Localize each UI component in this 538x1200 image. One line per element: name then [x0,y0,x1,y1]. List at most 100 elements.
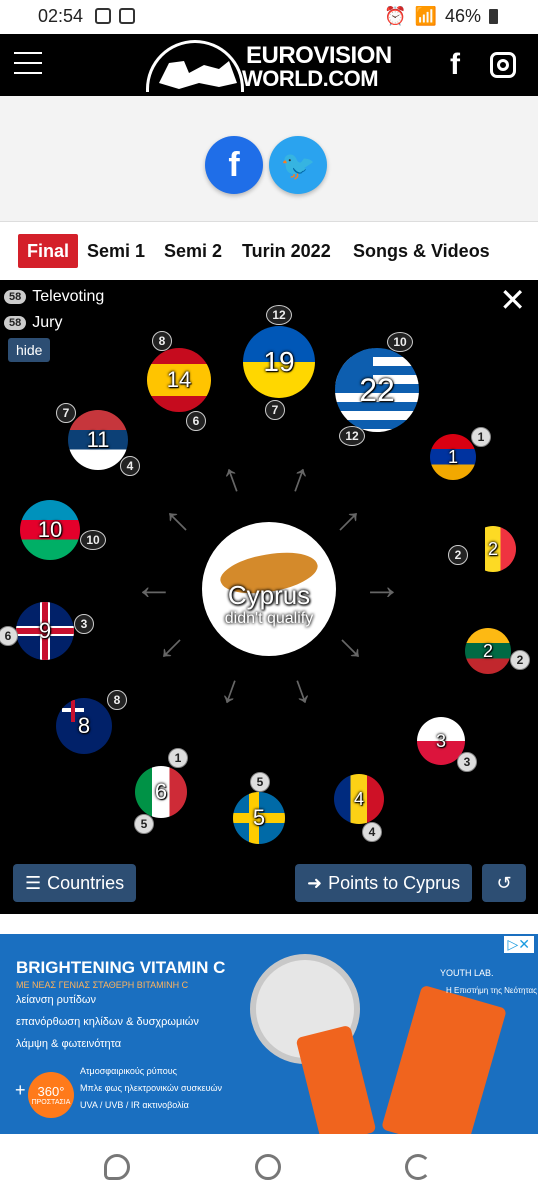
reset-button[interactable]: ↺ [482,864,526,902]
product-serum-image [295,1024,377,1134]
flag-australia[interactable]: 8 [56,698,112,754]
jury-badge: 7 [265,400,285,420]
selected-country-cyprus[interactable]: Cyprus didn't qualify [202,522,336,656]
jury-badge: 8 [107,690,127,710]
facebook-icon[interactable]: f [450,48,460,82]
flag-belgium[interactable]: 2 [470,526,516,572]
flag-serbia[interactable]: 11 [68,410,128,470]
home-icon[interactable] [255,1154,281,1180]
flag-ukraine[interactable]: 19 [243,326,315,398]
arrow-icon: ↑ [327,497,373,543]
televote-badge: 10 [387,332,413,352]
flag-uk[interactable]: 9 [16,602,74,660]
ad-brand: YOUTH LAB. [440,968,494,978]
flag-greece[interactable]: 22 [335,348,419,432]
flag-lithuania[interactable]: 2 [465,628,511,674]
menu-icon[interactable] [14,52,42,76]
flag-romania[interactable]: 4 [334,774,384,824]
list-icon: ☰ [25,872,42,893]
plus-icon: + [15,1080,26,1100]
televoting-count: 58 [4,290,27,304]
flag-score: 14 [166,367,192,392]
ad-360-badge: 360° ΠΡΟΣΤΑΣΙΑ [28,1072,74,1118]
flag-score: 8 [77,713,91,738]
ad-bullet: λάμψη & φωτεινότητα [16,1038,122,1050]
instagram-icon[interactable] [490,52,516,78]
back-icon[interactable] [405,1154,431,1180]
arrow-icon: ↑ [153,497,199,543]
flag-sweden[interactable]: 5 [233,792,285,844]
flag-azerbaijan[interactable]: 10 [20,500,80,560]
status-time: 02:54 [38,6,84,26]
undo-icon: ↺ [496,872,512,893]
status-bar: 02:54 ⏰ 📶 46% [0,0,538,34]
points-to-button[interactable]: ➜ Points to Cyprus [295,864,473,902]
tab-final[interactable]: Final [18,234,79,268]
flag-score: 5 [252,805,266,830]
ad-small-line: UVA / UVB / IR ακτινοβολία [80,1100,189,1110]
arrow-icon: ↑ [147,627,193,673]
flag-score: 10 [37,517,63,542]
share-section: f 🐦 [0,96,538,222]
televote-badge: 5 [250,772,270,792]
alarm-icon: ⏰ [384,6,407,26]
recents-icon[interactable] [104,1154,130,1180]
jury-badge: 4 [120,456,140,476]
gallery-icon [95,8,111,24]
flag-score: 22 [359,371,395,408]
close-icon[interactable]: ✕ [499,284,526,316]
tab-semi-1[interactable]: Semi 1 [87,234,145,268]
ad-banner[interactable]: ▷✕ BRIGHTENING VITAMIN C ΜΕ ΝΕΑΣ ΓΕΝΙΑΣ … [0,934,538,1134]
ad-bullet: επανόρθωση κηλίδων & δυσχρωμιών [16,1016,199,1028]
site-logo[interactable]: EUROVISION WORLD.COM [146,40,396,92]
ad-headline: BRIGHTENING VITAMIN C [16,958,226,977]
arrow-icon: ↑ [329,627,375,673]
arrow-icon: ↑ [285,669,319,719]
jury-count: 58 [4,316,27,330]
check-icon [119,8,135,24]
facebook-share-button[interactable]: f [205,136,263,194]
section-tabs: Final Semi 1 Semi 2 Turin 2022 Songs & V… [0,222,538,280]
flag-score: 19 [263,346,295,377]
ad-360-number: 360° [37,1084,65,1099]
twitter-share-button[interactable]: 🐦 [269,136,327,194]
televoting-label: Televoting [32,288,105,305]
jury-badge: 3 [74,614,94,634]
flag-score: 1 [447,446,458,467]
flag-spain[interactable]: 14 [147,348,211,412]
globe-icon [146,40,244,92]
hide-button[interactable]: hide [8,338,51,362]
televote-badge: 2 [510,650,530,670]
televote-badge: 1 [168,748,188,768]
jury-badge: 12 [339,426,365,446]
flag-score: 9 [38,618,52,643]
televote-badge: 1 [471,427,491,447]
jury-badge: 2 [448,545,468,565]
wifi-icon: 📶 [414,6,437,26]
ad-small-line: Μπλε φως ηλεκτρονικών συσκευών [80,1083,223,1093]
tab-turin-2022[interactable]: Turin 2022 [242,234,331,268]
ad-choices-icon[interactable]: ▷✕ [503,936,534,953]
jury-badge: 6 [186,411,206,431]
flag-armenia[interactable]: 1 [430,434,476,480]
televote-badge: 12 [266,305,292,325]
arrow-icon: ← [134,564,174,608]
battery-text: 46% [444,6,481,26]
points-to-button-label: Points to Cyprus [328,872,461,893]
ad-tagline: Η Επιστήμη της Νεότητας [446,986,537,995]
flag-italy[interactable]: 6 [135,766,187,818]
jury-label: Jury [32,314,63,331]
tab-semi-2[interactable]: Semi 2 [164,234,222,268]
twitter-icon: 🐦 [280,149,316,181]
logo-line2: WORLD.COM [242,66,379,91]
flag-score: 2 [487,538,498,559]
arrow-icon: → [362,564,402,608]
countries-button[interactable]: ☰ Countries [13,864,137,902]
system-nav-bar [0,1134,538,1200]
jury-badge: 4 [362,822,382,842]
ad-small-line: Ατμοσφαιρικούς ρύπους [80,1066,178,1076]
arrow-icon: ↑ [283,453,317,503]
tab-songs-videos[interactable]: Songs & Videos [353,234,490,268]
legend: 58 Televoting 58 Jury [4,284,104,336]
site-header: EUROVISION WORLD.COM f [0,34,538,96]
